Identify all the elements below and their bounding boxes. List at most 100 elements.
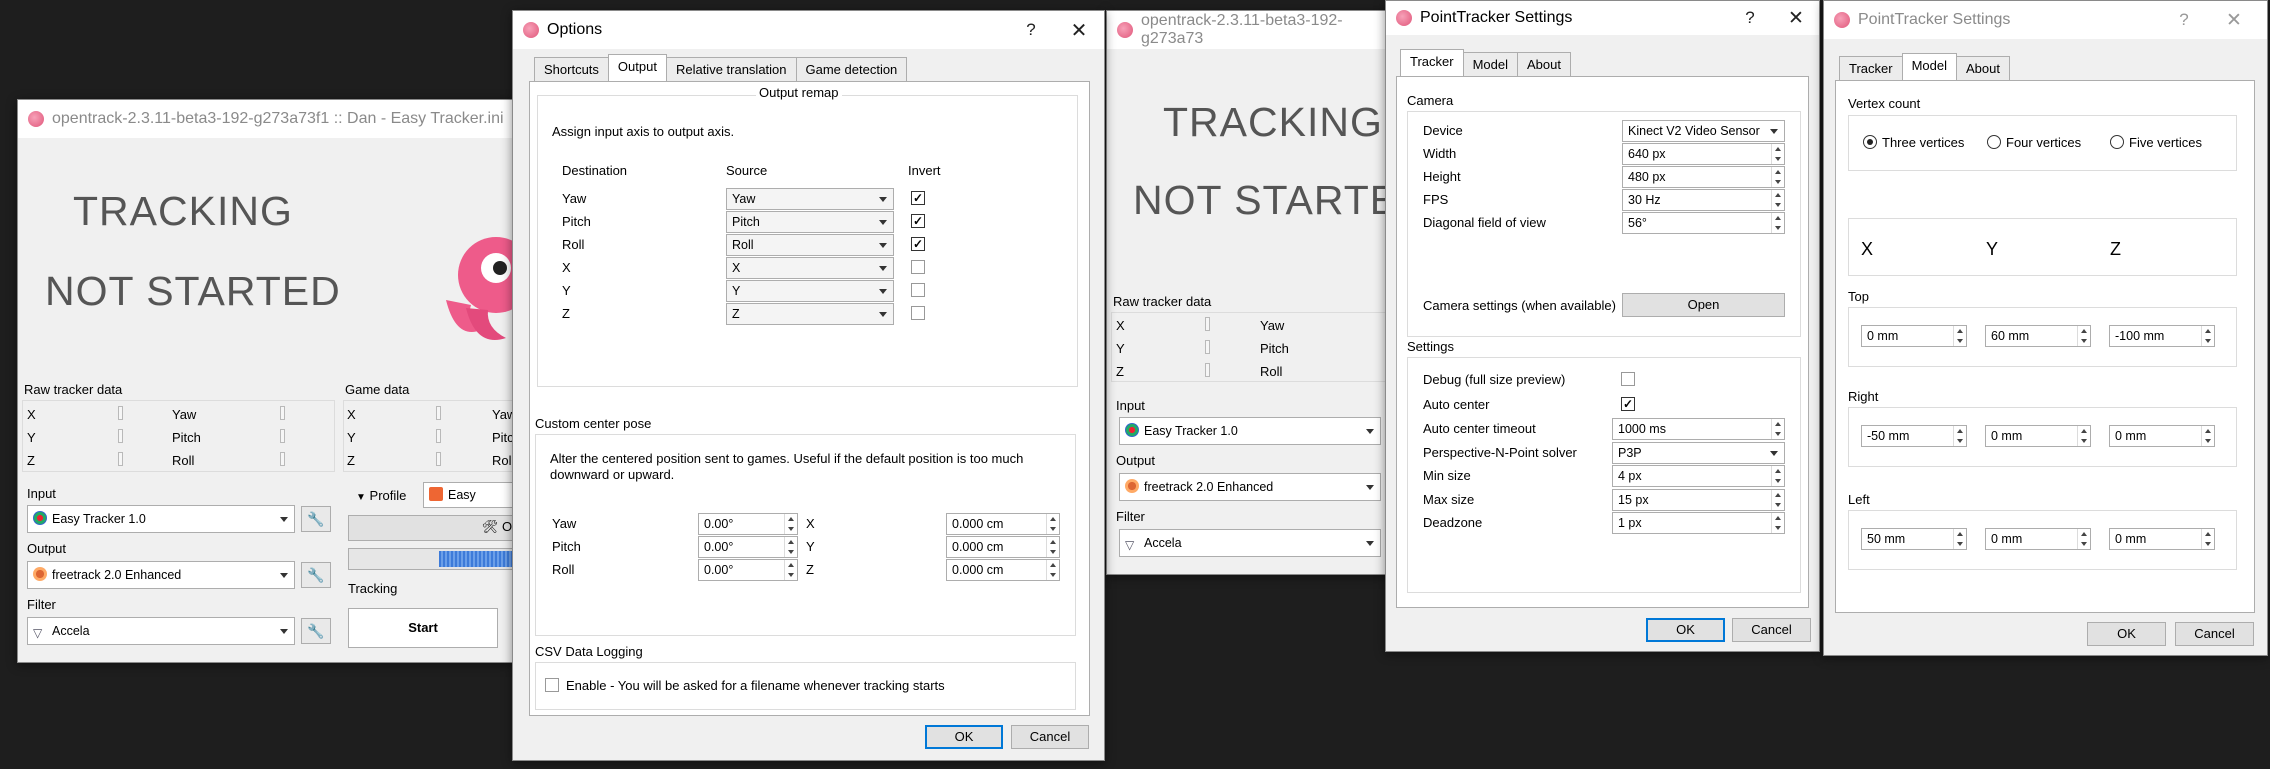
model-offset-spin[interactable]: 50 mm bbox=[1861, 528, 1967, 550]
remap-invert-checkbox[interactable] bbox=[911, 283, 925, 297]
model-offset-spin[interactable]: 0 mm bbox=[1985, 425, 2091, 447]
tab-output[interactable]: Output bbox=[607, 54, 667, 81]
options-button[interactable]: 🛠 Opt bbox=[348, 515, 516, 541]
pt2-model-page: Vertex count Three vertices Four vertice… bbox=[1835, 80, 2255, 613]
autocenter-checkbox[interactable]: ✓ bbox=[1621, 397, 1635, 411]
remap-source-select[interactable]: Y bbox=[726, 280, 894, 302]
pnp-solver-select[interactable]: P3P bbox=[1612, 441, 1785, 464]
remap-invert-checkbox[interactable]: ✓ bbox=[911, 191, 925, 205]
pt1-cancel-button[interactable]: Cancel bbox=[1732, 618, 1811, 642]
settings-spin[interactable]: 1000 ms bbox=[1612, 418, 1785, 440]
options-cancel-button[interactable]: Cancel bbox=[1011, 725, 1089, 749]
profile-icon bbox=[429, 487, 443, 501]
main2-filter-select[interactable]: ▽ Accela bbox=[1119, 529, 1381, 557]
csv-enable-checkbox[interactable] bbox=[545, 678, 559, 692]
center-rot-spin[interactable]: 0.00° bbox=[698, 513, 798, 535]
settings-row-label: Deadzone bbox=[1423, 515, 1483, 530]
model-offset-spin-value: 0 mm bbox=[1991, 532, 2023, 546]
pt1-ok-button[interactable]: OK bbox=[1646, 618, 1725, 642]
tab-shortcuts[interactable]: Shortcuts bbox=[534, 57, 609, 81]
settings-spin[interactable]: 15 px bbox=[1612, 488, 1785, 511]
filter-settings-button[interactable]: 🔧 bbox=[301, 618, 331, 644]
remap-source-select[interactable]: X bbox=[726, 257, 894, 279]
options-ok-button[interactable]: OK bbox=[925, 725, 1003, 749]
profile-label: Profile bbox=[369, 488, 407, 503]
remap-source-select[interactable]: Pitch bbox=[726, 211, 894, 233]
camera-spin[interactable]: 30 Hz bbox=[1622, 189, 1785, 211]
center-rot-spin[interactable]: 0.00° bbox=[698, 559, 798, 581]
pt1-titlebar[interactable]: PointTracker Settings ? ✕ bbox=[1386, 1, 1819, 35]
help-button[interactable]: ? bbox=[1729, 1, 1771, 35]
tab-about[interactable]: About bbox=[1517, 52, 1571, 76]
pt2-titlebar[interactable]: PointTracker Settings ? ✕ bbox=[1824, 1, 2267, 39]
model-section-title: Left bbox=[1848, 492, 1870, 507]
profile-dropdown-toggle[interactable]: ▼ Profile bbox=[356, 488, 406, 503]
radio-four-vertices[interactable] bbox=[1987, 135, 2001, 149]
model-offset-spin[interactable]: 60 mm bbox=[1985, 325, 2091, 347]
start-button[interactable]: Start bbox=[348, 608, 498, 648]
remap-invert-checkbox[interactable]: ✓ bbox=[911, 214, 925, 228]
tab-about[interactable]: About bbox=[1956, 56, 2010, 80]
center-pos-spin[interactable]: 0.000 cm bbox=[946, 513, 1060, 535]
camera-spin[interactable]: 640 px bbox=[1622, 143, 1785, 165]
remap-invert-checkbox[interactable] bbox=[911, 306, 925, 320]
camera-open-button[interactable]: Open bbox=[1622, 293, 1785, 317]
freetrack-icon bbox=[33, 567, 47, 581]
output-remap-title: Output remap bbox=[756, 85, 842, 100]
help-button[interactable]: ? bbox=[2163, 1, 2205, 39]
remap-source-select[interactable]: Yaw bbox=[726, 188, 894, 210]
help-button[interactable]: ? bbox=[1010, 11, 1052, 49]
output-select[interactable]: freetrack 2.0 Enhanced bbox=[27, 561, 295, 589]
output-settings-button[interactable]: 🔧 bbox=[301, 562, 331, 588]
model-offset-spin[interactable]: -50 mm bbox=[1861, 425, 1967, 447]
tab-relative-translation[interactable]: Relative translation bbox=[665, 57, 797, 81]
center-rot-spin[interactable]: 0.00° bbox=[698, 536, 798, 558]
options-titlebar[interactable]: Options ? ✕ bbox=[513, 11, 1104, 49]
remap-invert-checkbox[interactable] bbox=[911, 260, 925, 274]
model-offset-spin[interactable]: 0 mm bbox=[1985, 528, 2091, 550]
pt1-title: PointTracker Settings bbox=[1420, 9, 1573, 26]
center-rot-spin-value: 0.00° bbox=[704, 563, 734, 577]
close-button[interactable]: ✕ bbox=[1775, 1, 1817, 35]
camera-spin[interactable]: 480 px bbox=[1622, 166, 1785, 188]
input-select[interactable]: Easy Tracker 1.0 bbox=[27, 505, 295, 533]
tracking-status-line1: TRACKING bbox=[73, 188, 293, 234]
settings-spin[interactable]: 4 px bbox=[1612, 465, 1785, 487]
tab-tracker[interactable]: Tracker bbox=[1839, 56, 1903, 80]
raw-x-bar bbox=[118, 406, 123, 420]
settings-spin[interactable]: 1 px bbox=[1612, 512, 1785, 534]
main2-output-select[interactable]: freetrack 2.0 Enhanced bbox=[1119, 473, 1381, 501]
main2-input-select[interactable]: Easy Tracker 1.0 bbox=[1119, 417, 1381, 445]
main2-titlebar[interactable]: opentrack-2.3.11-beta3-192-g273a73 bbox=[1107, 11, 1390, 49]
tab-model[interactable]: Model bbox=[1901, 53, 1957, 80]
close-button[interactable]: ✕ bbox=[1058, 11, 1100, 49]
center-pos-spin[interactable]: 0.000 cm bbox=[946, 536, 1060, 558]
remap-invert-checkbox[interactable]: ✓ bbox=[911, 237, 925, 251]
tab-model[interactable]: Model bbox=[1462, 52, 1518, 76]
profile-select[interactable]: Easy bbox=[423, 482, 516, 508]
camera-device-select[interactable]: Kinect V2 Video Sensor bbox=[1622, 120, 1785, 142]
tab-game-detection[interactable]: Game detection bbox=[795, 57, 908, 81]
main-titlebar[interactable]: opentrack-2.3.11-beta3-192-g273a73f1 :: … bbox=[18, 100, 516, 138]
camera-spin[interactable]: 56° bbox=[1622, 212, 1785, 234]
model-offset-spin[interactable]: 0 mm bbox=[2109, 425, 2215, 447]
filter-select[interactable]: ▽ Accela bbox=[27, 617, 295, 645]
pt1-tracker-page: Camera Device Kinect V2 Video Sensor Width… bbox=[1396, 76, 1809, 608]
radio-five-vertices[interactable] bbox=[2110, 135, 2124, 149]
input-settings-button[interactable]: 🔧 bbox=[301, 506, 331, 532]
pt2-ok-button[interactable]: OK bbox=[2087, 622, 2166, 646]
pt2-cancel-button[interactable]: Cancel bbox=[2175, 622, 2254, 646]
tools-icon: 🛠 bbox=[481, 519, 499, 534]
remap-source-select[interactable]: Roll bbox=[726, 234, 894, 256]
model-offset-spin[interactable]: 0 mm bbox=[2109, 528, 2215, 550]
model-offset-spin[interactable]: 0 mm bbox=[1861, 325, 1967, 347]
model-offset-spin[interactable]: -100 mm bbox=[2109, 325, 2215, 347]
camera-spin-value: 30 Hz bbox=[1628, 193, 1661, 207]
radio-three-vertices[interactable] bbox=[1863, 135, 1877, 149]
debug-checkbox[interactable] bbox=[1621, 372, 1635, 386]
center-pos-spin[interactable]: 0.000 cm bbox=[946, 559, 1060, 581]
settings-spin-value: 1000 ms bbox=[1618, 422, 1666, 436]
tab-tracker[interactable]: Tracker bbox=[1400, 49, 1464, 76]
close-button[interactable]: ✕ bbox=[2213, 1, 2255, 39]
remap-source-select[interactable]: Z bbox=[726, 303, 894, 325]
